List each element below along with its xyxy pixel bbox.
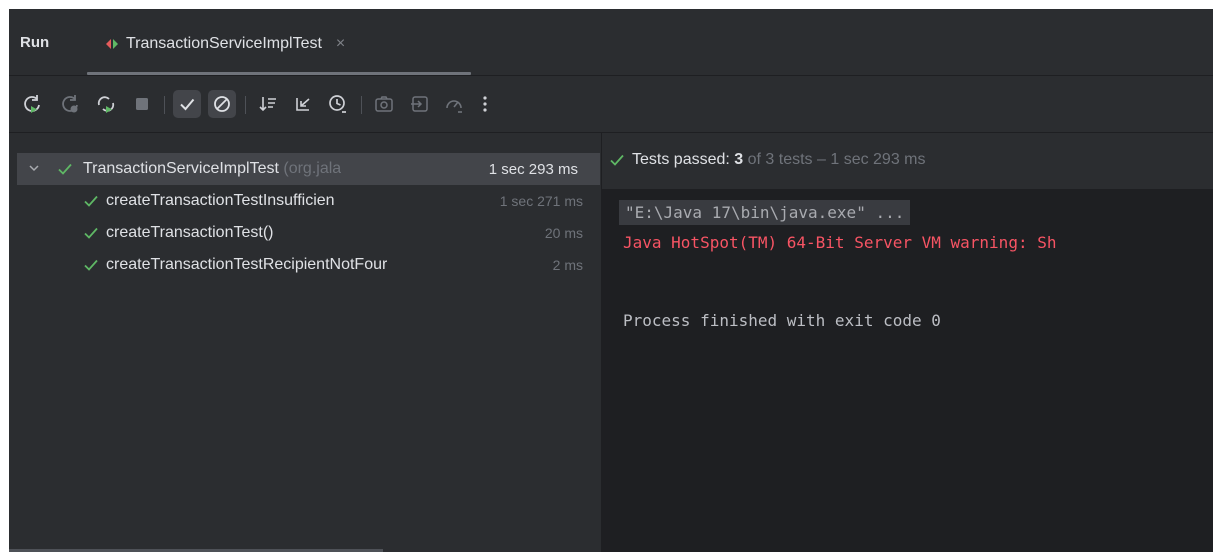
toolbar-separator (361, 96, 362, 114)
test-status-bar: Tests passed: 3 of 3 tests – 1 sec 293 m… (602, 133, 1213, 190)
import-icon[interactable] (406, 90, 434, 118)
check-icon[interactable] (173, 90, 201, 118)
check-icon (84, 259, 98, 271)
test-tree: TransactionServiceImplTest (org.jala 1 s… (9, 133, 601, 552)
check-icon (84, 195, 98, 207)
tree-item[interactable]: createTransactionTestInsufficien 1 sec 2… (17, 185, 601, 217)
chevron-down-icon[interactable] (27, 161, 41, 175)
tests-passed-summary: Tests passed: 3 of 3 tests – 1 sec 293 m… (632, 151, 926, 168)
close-icon[interactable]: × (336, 35, 345, 53)
coverage-icon[interactable] (440, 90, 468, 118)
test-duration: 1 sec 293 ms (488, 160, 578, 178)
run-toolbar (9, 76, 1213, 132)
test-duration: 2 ms (552, 257, 583, 273)
run-label: Run (20, 34, 50, 51)
rerun-icon[interactable] (18, 90, 46, 118)
run-header: Run TransactionServiceImplTest × (9, 9, 1213, 75)
tab-title: TransactionServiceImplTest (126, 35, 322, 52)
tree-item-label: createTransactionTest() (106, 224, 274, 241)
console-output[interactable]: "E:\Java 17\bin\java.exe" ... Java HotSp… (602, 190, 1213, 552)
console-warning-line: Java HotSpot(TM) 64-Bit Server VM warnin… (623, 233, 1057, 252)
check-icon (84, 227, 98, 239)
auto-test-icon[interactable] (92, 90, 120, 118)
rerun-failed-icon[interactable] (56, 90, 84, 118)
sort-icon[interactable] (254, 90, 282, 118)
run-tool-window: Run TransactionServiceImplTest × Transac… (9, 9, 1213, 552)
stop-icon[interactable] (128, 90, 156, 118)
console-command-line[interactable]: "E:\Java 17\bin\java.exe" ... (619, 200, 911, 225)
tree-item[interactable]: createTransactionTest() 20 ms (17, 217, 601, 249)
camera-icon[interactable] (370, 90, 398, 118)
test-run-icon (104, 36, 120, 52)
ignored-icon[interactable] (208, 90, 236, 118)
check-icon (58, 163, 72, 175)
toolbar-separator (245, 96, 246, 114)
tree-item-label: TransactionServiceImplTest (org.jala (83, 160, 342, 177)
console-exit-line: Process finished with exit code 0 (623, 311, 941, 330)
history-icon[interactable] (324, 90, 352, 118)
toolbar-separator (164, 96, 165, 114)
more-vertical-icon[interactable] (471, 90, 499, 118)
tree-item-label: createTransactionTestRecipientNotFour (106, 256, 388, 273)
collapse-icon[interactable] (289, 90, 317, 118)
tree-item[interactable]: createTransactionTestRecipientNotFour 2 … (17, 249, 601, 281)
test-duration: 20 ms (544, 225, 583, 241)
console-panel: Tests passed: 3 of 3 tests – 1 sec 293 m… (602, 133, 1213, 552)
tree-item-label: createTransactionTestInsufficien (106, 192, 335, 209)
tree-root-item[interactable]: TransactionServiceImplTest (org.jala 1 s… (17, 153, 600, 185)
tab-transaction-service-impl-test[interactable]: TransactionServiceImplTest × (104, 29, 345, 59)
test-duration: 1 sec 271 ms (499, 193, 583, 209)
check-icon (610, 154, 624, 166)
